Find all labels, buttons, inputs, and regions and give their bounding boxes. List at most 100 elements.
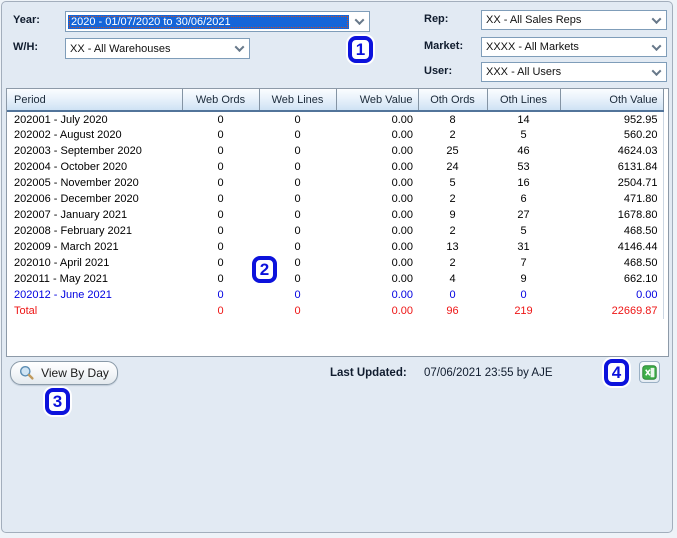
- cell-web-ords: 0: [182, 111, 259, 127]
- cell-web-lines: 0: [259, 207, 336, 223]
- cell-web-ords: 0: [182, 287, 259, 303]
- cell-oth-value: 952.95: [560, 111, 663, 127]
- table-row[interactable]: 202012 - June 2021000.00000.00: [7, 287, 663, 303]
- annotation-marker-2: 2: [252, 256, 277, 283]
- table-header-row: Period Web Ords Web Lines Web Value Oth …: [7, 89, 663, 111]
- table-row[interactable]: 202008 - February 2021000.0025468.50: [7, 223, 663, 239]
- cell-web-ords: 0: [182, 223, 259, 239]
- cell-period: 202004 - October 2020: [7, 159, 182, 175]
- column-header-web-lines[interactable]: Web Lines: [259, 89, 336, 111]
- user-select[interactable]: XXX - All Users: [481, 62, 667, 82]
- market-select-value: XXXX - All Markets: [482, 41, 646, 53]
- market-select[interactable]: XXXX - All Markets: [481, 37, 667, 57]
- cell-period: 202003 - September 2020: [7, 143, 182, 159]
- cell-web-ords: 0: [182, 191, 259, 207]
- cell-web-lines: 0: [259, 191, 336, 207]
- cell-web-lines: 0: [259, 143, 336, 159]
- cell-web-value: 0.00: [336, 207, 418, 223]
- magnifier-icon: [19, 365, 35, 381]
- cell-oth-ords: 2: [418, 191, 487, 207]
- cell-web-value: 0.00: [336, 255, 418, 271]
- table-row[interactable]: 202010 - April 2021000.0027468.50: [7, 255, 663, 271]
- column-header-web-value[interactable]: Web Value: [336, 89, 418, 111]
- table-row[interactable]: 202009 - March 2021000.0013314146.44: [7, 239, 663, 255]
- cell-oth-ords: 5: [418, 175, 487, 191]
- cell-oth-lines: 7: [487, 255, 560, 271]
- table-row[interactable]: 202007 - January 2021000.009271678.80: [7, 207, 663, 223]
- column-header-period[interactable]: Period: [7, 89, 182, 111]
- cell-oth-ords: 24: [418, 159, 487, 175]
- cell-web-value: 0.00: [336, 287, 418, 303]
- sales-table-body: 202001 - July 2020000.00814952.95202002 …: [7, 111, 663, 319]
- cell-web-ords: 0: [182, 255, 259, 271]
- cell-oth-lines: 14: [487, 111, 560, 127]
- cell-web-ords: 0: [182, 207, 259, 223]
- chevron-down-icon[interactable]: [646, 17, 666, 24]
- cell-web-lines: 0: [259, 175, 336, 191]
- cell-oth-ords: 96: [418, 303, 487, 319]
- table-row[interactable]: 202004 - October 2020000.0024536131.84: [7, 159, 663, 175]
- chevron-down-icon[interactable]: [229, 45, 249, 52]
- table-row[interactable]: 202011 - May 2021000.0049662.10: [7, 271, 663, 287]
- table-row[interactable]: 202005 - November 2020000.005162504.71: [7, 175, 663, 191]
- cell-oth-value: 560.20: [560, 127, 663, 143]
- cell-oth-ords: 0: [418, 287, 487, 303]
- chevron-down-icon[interactable]: [349, 18, 369, 25]
- cell-web-value: 0.00: [336, 303, 418, 319]
- cell-oth-ords: 25: [418, 143, 487, 159]
- export-to-excel-button[interactable]: [639, 361, 660, 383]
- cell-oth-ords: 13: [418, 239, 487, 255]
- cell-web-value: 0.00: [336, 111, 418, 127]
- total-row[interactable]: Total000.009621922669.87: [7, 303, 663, 319]
- cell-period: 202008 - February 2021: [7, 223, 182, 239]
- cell-web-value: 0.00: [336, 143, 418, 159]
- chevron-down-icon[interactable]: [646, 69, 666, 76]
- cell-oth-value: 4624.03: [560, 143, 663, 159]
- cell-oth-lines: 31: [487, 239, 560, 255]
- cell-oth-lines: 9: [487, 271, 560, 287]
- cell-web-ords: 0: [182, 271, 259, 287]
- column-header-oth-ords[interactable]: Oth Ords: [418, 89, 487, 111]
- cell-web-value: 0.00: [336, 223, 418, 239]
- column-header-web-ords[interactable]: Web Ords: [182, 89, 259, 111]
- table-row[interactable]: 202001 - July 2020000.00814952.95: [7, 111, 663, 127]
- cell-oth-lines: 16: [487, 175, 560, 191]
- last-updated-label: Last Updated:: [330, 367, 407, 379]
- table-row[interactable]: 202002 - August 2020000.0025560.20: [7, 127, 663, 143]
- chevron-down-icon[interactable]: [646, 44, 666, 51]
- cell-oth-ords: 8: [418, 111, 487, 127]
- rep-label: Rep:: [424, 13, 448, 25]
- cell-web-value: 0.00: [336, 191, 418, 207]
- view-by-day-button[interactable]: View By Day: [10, 361, 118, 385]
- column-header-oth-lines[interactable]: Oth Lines: [487, 89, 560, 111]
- cell-oth-value: 468.50: [560, 255, 663, 271]
- table-row[interactable]: 202006 - December 2020000.0026471.80: [7, 191, 663, 207]
- last-updated-value: 07/06/2021 23:55 by AJE: [424, 367, 553, 379]
- cell-web-lines: 0: [259, 159, 336, 175]
- cell-period: 202006 - December 2020: [7, 191, 182, 207]
- table-row[interactable]: 202003 - September 2020000.0025464624.03: [7, 143, 663, 159]
- rep-select[interactable]: XX - All Sales Reps: [481, 10, 667, 30]
- rep-select-value: XX - All Sales Reps: [482, 14, 646, 26]
- cell-web-value: 0.00: [336, 271, 418, 287]
- cell-web-lines: 0: [259, 239, 336, 255]
- cell-web-value: 0.00: [336, 127, 418, 143]
- cell-web-value: 0.00: [336, 175, 418, 191]
- cell-oth-lines: 6: [487, 191, 560, 207]
- cell-oth-ords: 2: [418, 223, 487, 239]
- warehouse-select[interactable]: XX - All Warehouses: [65, 38, 250, 59]
- cell-oth-ords: 2: [418, 127, 487, 143]
- year-select[interactable]: 2020 - 01/07/2020 to 30/06/2021: [65, 11, 370, 32]
- cell-web-lines: 0: [259, 287, 336, 303]
- column-header-oth-value[interactable]: Oth Value: [560, 89, 663, 111]
- cell-web-ords: 0: [182, 239, 259, 255]
- annotation-marker-3: 3: [45, 388, 70, 415]
- cell-web-lines: 0: [259, 127, 336, 143]
- cell-web-lines: 0: [259, 303, 336, 319]
- view-by-day-label: View By Day: [41, 366, 109, 380]
- cell-web-value: 0.00: [336, 159, 418, 175]
- cell-web-ords: 0: [182, 303, 259, 319]
- warehouse-label: W/H:: [13, 41, 38, 53]
- cell-oth-lines: 5: [487, 223, 560, 239]
- cell-oth-value: 1678.80: [560, 207, 663, 223]
